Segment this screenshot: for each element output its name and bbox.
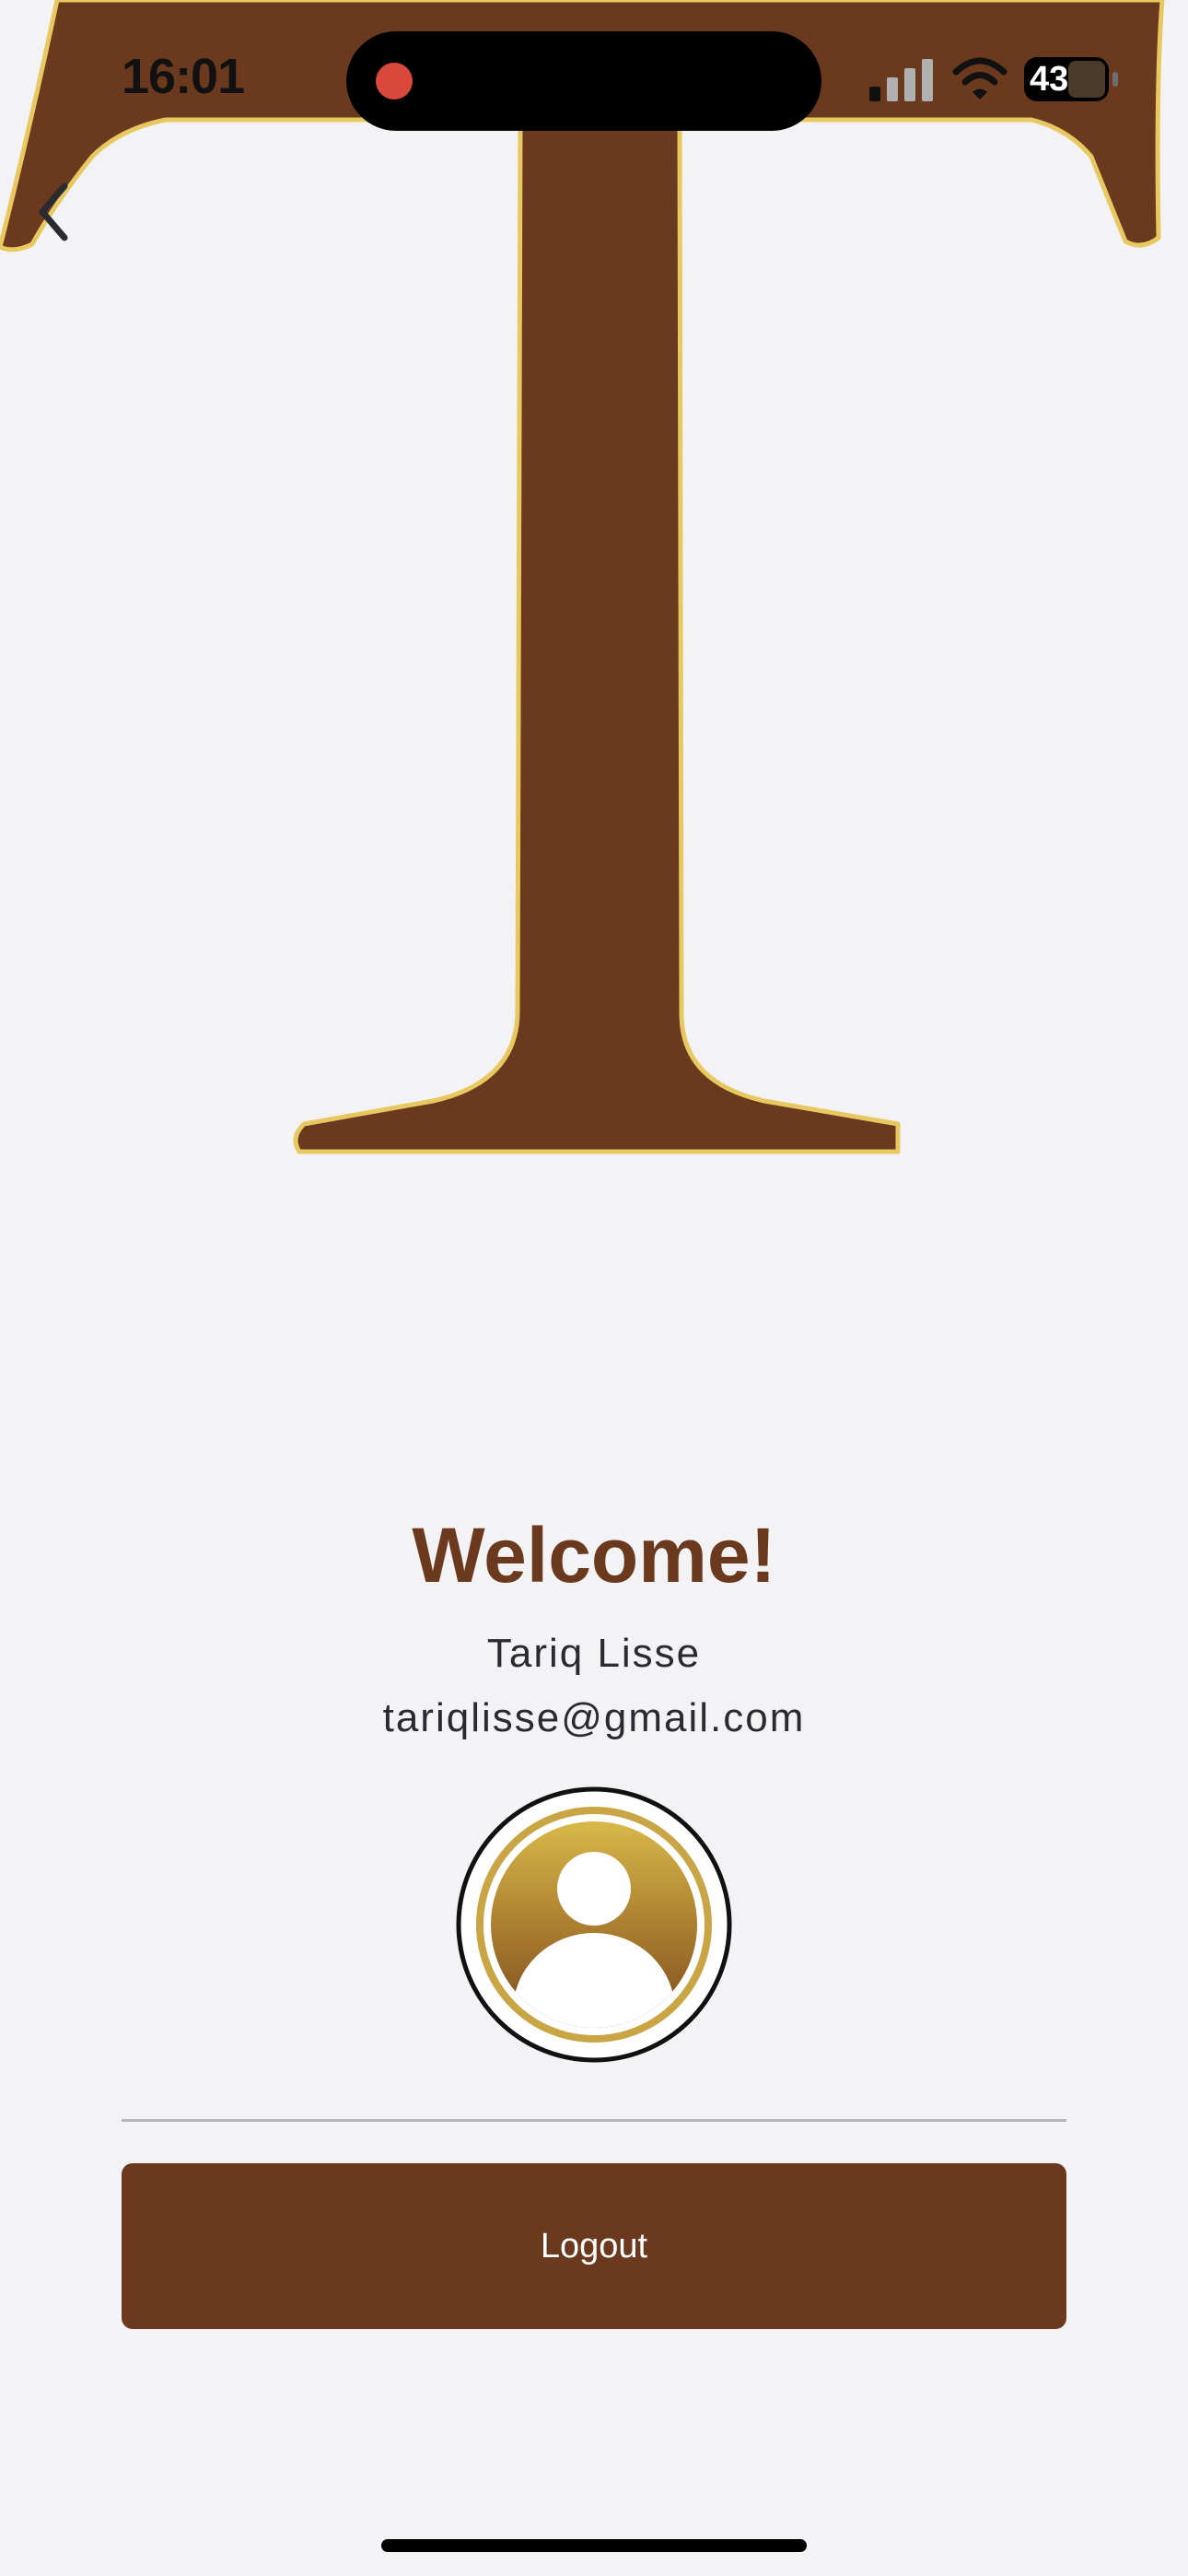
logout-button[interactable]: Logout — [122, 2163, 1066, 2329]
user-avatar-icon[interactable] — [455, 1786, 733, 2064]
dynamic-island — [346, 31, 821, 131]
wifi-icon — [952, 57, 1007, 100]
welcome-title: Welcome! — [412, 1512, 776, 1598]
status-time: 16:01 — [122, 49, 245, 104]
user-name: Tariq Lisse — [486, 1631, 702, 1676]
cellular-signal-icon — [869, 59, 933, 101]
divider — [122, 2119, 1066, 2122]
brand-t-logo — [0, 0, 1165, 1154]
battery-icon: 43 — [1024, 57, 1109, 101]
battery-cap — [1112, 72, 1118, 87]
back-button[interactable] — [28, 175, 83, 249]
user-email: tariqlisse@gmail.com — [382, 1695, 806, 1740]
battery-level: 43 — [1030, 60, 1069, 99]
recording-indicator — [376, 63, 413, 100]
home-indicator[interactable] — [381, 2539, 807, 2552]
